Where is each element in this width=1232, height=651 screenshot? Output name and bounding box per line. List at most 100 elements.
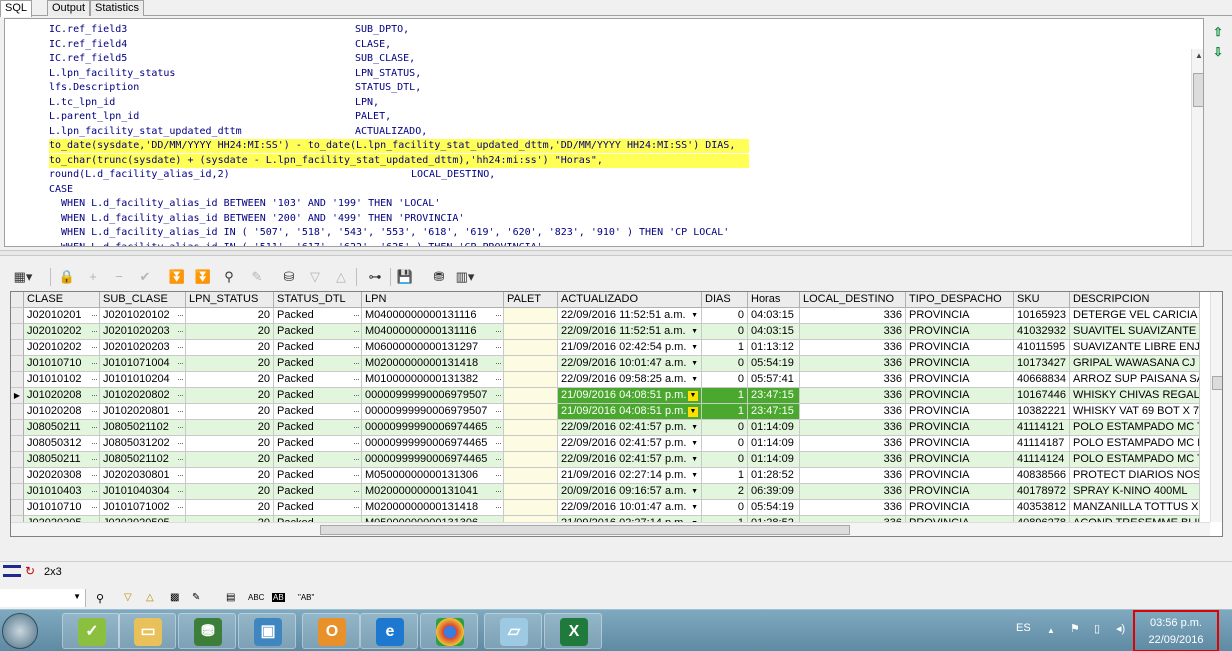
cell-actualizado[interactable]: 20/09/2016 09:16:57 a.m. ▼: [558, 484, 702, 500]
previous-icon[interactable]: △: [330, 266, 352, 288]
cell-local-destino[interactable]: 336: [800, 452, 906, 468]
cell-descripcion[interactable]: PROTECT DIARIOS NOSOT: [1070, 468, 1200, 484]
cell-descripcion[interactable]: WHISKY CHIVAS REGAL E: [1070, 388, 1200, 404]
table-row[interactable]: J01010102 ··· J0101010204 ··· 20 Packed ··· M01…: [11, 372, 1222, 388]
ellipsis-icon[interactable]: ···: [495, 340, 502, 355]
ellipsis-icon[interactable]: ···: [177, 372, 184, 387]
column-header-sub-clase[interactable]: SUB_CLASE: [100, 292, 186, 308]
chart-icon[interactable]: ▥▾: [454, 266, 476, 288]
cell-sub-clase[interactable]: J0101010204 ···: [100, 372, 186, 388]
row-indicator[interactable]: [11, 500, 24, 516]
cell-local-destino[interactable]: 336: [800, 308, 906, 324]
cell-sub-clase[interactable]: J0201020203 ···: [100, 324, 186, 340]
cell-local-destino[interactable]: 336: [800, 468, 906, 484]
cell-actualizado[interactable]: 22/09/2016 10:01:47 a.m. ▼: [558, 500, 702, 516]
find-in-icon[interactable]: ▤: [226, 592, 235, 603]
cell-dias[interactable]: 0: [702, 308, 748, 324]
export-icon[interactable]: ⛁: [278, 266, 300, 288]
column-header-tipo-despacho[interactable]: TIPO_DESPACHO: [906, 292, 1014, 308]
eraser-icon[interactable]: ✎: [246, 266, 268, 288]
cell-lpn-status[interactable]: 20: [186, 324, 274, 340]
database-icon[interactable]: ⛃: [428, 266, 450, 288]
table-row[interactable]: J01020208 ··· J0102020801 ··· 20 Packed ··· 000…: [11, 404, 1222, 420]
add-record-icon[interactable]: +: [82, 266, 104, 288]
cell-descripcion[interactable]: SUAVIZANTE LIBRE ENJU: [1070, 340, 1200, 356]
cell-lpn-status[interactable]: 20: [186, 436, 274, 452]
cell-status-dtl[interactable]: Packed ···: [274, 388, 362, 404]
row-indicator[interactable]: [11, 452, 24, 468]
previous-statement-icon[interactable]: ⇧: [1208, 22, 1228, 42]
chevron-down-icon[interactable]: ▼: [691, 340, 698, 355]
cell-local-destino[interactable]: 336: [800, 484, 906, 500]
cell-lpn[interactable]: M02000000000131418 ···: [362, 356, 504, 372]
cell-sku[interactable]: 10167446: [1014, 388, 1070, 404]
cell-sub-clase[interactable]: J0201020102 ···: [100, 308, 186, 324]
cell-palet[interactable]: [504, 436, 558, 452]
cell-horas[interactable]: 04:03:15: [748, 308, 800, 324]
cell-lpn[interactable]: 00000999990006979507 ···: [362, 388, 504, 404]
pane-splitter[interactable]: [0, 250, 1232, 256]
chevron-down-icon[interactable]: ▼: [688, 391, 698, 401]
chevron-down-icon[interactable]: ▼: [691, 436, 698, 451]
cell-tipo-despacho[interactable]: PROVINCIA: [906, 500, 1014, 516]
filter-icon[interactable]: ⏬: [192, 266, 214, 288]
row-indicator[interactable]: [11, 324, 24, 340]
quoted-text-icon[interactable]: "AB": [298, 593, 314, 602]
cell-dias[interactable]: 1: [702, 404, 748, 420]
chevron-down-icon[interactable]: ▼: [691, 420, 698, 435]
grid-layout-icon[interactable]: ▦▾: [12, 266, 34, 288]
ellipsis-icon[interactable]: ···: [495, 500, 502, 515]
cell-status-dtl[interactable]: Packed ···: [274, 468, 362, 484]
ellipsis-icon[interactable]: ···: [91, 372, 98, 387]
cell-dias[interactable]: 0: [702, 356, 748, 372]
cell-status-dtl[interactable]: Packed ···: [274, 324, 362, 340]
ellipsis-icon[interactable]: ···: [177, 452, 184, 467]
tab-output[interactable]: Output: [47, 0, 91, 16]
cell-lpn[interactable]: M05000000000131306 ···: [362, 468, 504, 484]
cell-lpn-status[interactable]: 20: [186, 484, 274, 500]
taskbar-file-explorer[interactable]: ▭: [118, 613, 176, 649]
cell-sub-clase[interactable]: J0101071002 ···: [100, 500, 186, 516]
ellipsis-icon[interactable]: ···: [91, 308, 98, 323]
cell-horas[interactable]: 01:28:52: [748, 468, 800, 484]
highlight-all-icon[interactable]: ▩: [170, 592, 179, 603]
row-indicator[interactable]: [11, 372, 24, 388]
cell-local-destino[interactable]: 336: [800, 500, 906, 516]
cell-descripcion[interactable]: POLO ESTAMPADO MC NI: [1070, 436, 1200, 452]
cell-palet[interactable]: [504, 468, 558, 484]
ellipsis-icon[interactable]: ···: [495, 324, 502, 339]
cell-local-destino[interactable]: 336: [800, 420, 906, 436]
cell-clase[interactable]: J08050211 ···: [24, 420, 100, 436]
ellipsis-icon[interactable]: ···: [353, 356, 360, 371]
table-row[interactable]: J01010710 ··· J0101071002 ··· 20 Packed ··· M02…: [11, 500, 1222, 516]
cell-clase[interactable]: J08050312 ···: [24, 436, 100, 452]
cell-tipo-despacho[interactable]: PROVINCIA: [906, 308, 1014, 324]
cell-descripcion[interactable]: WHISKY VAT 69 BOT X 75: [1070, 404, 1200, 420]
cell-status-dtl[interactable]: Packed ···: [274, 500, 362, 516]
cell-tipo-despacho[interactable]: PROVINCIA: [906, 436, 1014, 452]
volume-icon[interactable]: ◂): [1116, 622, 1125, 635]
ellipsis-icon[interactable]: ···: [353, 468, 360, 483]
find-previous-icon[interactable]: △: [146, 592, 154, 603]
cell-local-destino[interactable]: 336: [800, 404, 906, 420]
cell-lpn-status[interactable]: 20: [186, 452, 274, 468]
cell-lpn-status[interactable]: 20: [186, 500, 274, 516]
column-header-status-dtl[interactable]: STATUS_DTL: [274, 292, 362, 308]
ellipsis-icon[interactable]: ···: [177, 308, 184, 323]
row-indicator[interactable]: [11, 420, 24, 436]
cell-palet[interactable]: [504, 308, 558, 324]
chevron-down-icon[interactable]: ▼: [691, 372, 698, 387]
ellipsis-icon[interactable]: ···: [177, 340, 184, 355]
ellipsis-icon[interactable]: ···: [177, 356, 184, 371]
tab-sql[interactable]: SQL: [0, 0, 33, 17]
scroll-thumb[interactable]: [1193, 73, 1203, 107]
ellipsis-icon[interactable]: ···: [495, 308, 502, 323]
cell-actualizado[interactable]: 22/09/2016 11:52:51 a.m. ▼: [558, 324, 702, 340]
ellipsis-icon[interactable]: ···: [495, 404, 502, 419]
cell-status-dtl[interactable]: Packed ···: [274, 436, 362, 452]
row-indicator[interactable]: [11, 308, 24, 324]
tab-statistics[interactable]: Statistics: [90, 0, 145, 16]
ellipsis-icon[interactable]: ···: [91, 500, 98, 515]
cell-descripcion[interactable]: DETERGE VEL CARICIA CJ: [1070, 308, 1200, 324]
find-next-icon[interactable]: ▽: [124, 592, 132, 603]
